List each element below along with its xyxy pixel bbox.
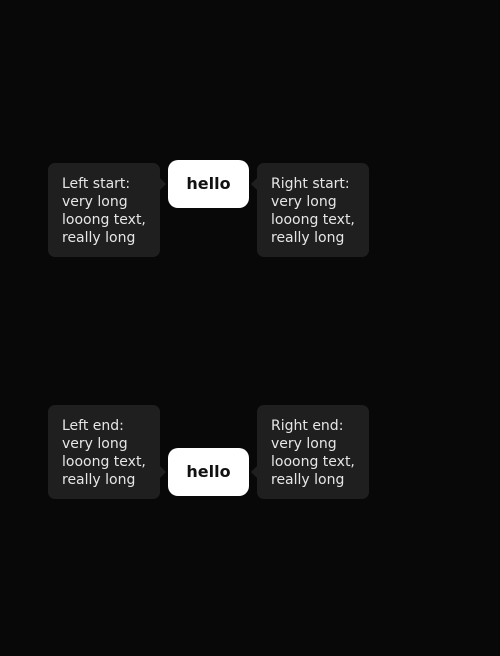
tooltip-left-start: Left start: very long looong text, reall…	[48, 163, 166, 257]
tooltip-line: really long	[62, 230, 136, 246]
tooltip-line: really long	[271, 472, 345, 488]
tooltip-line: looong text,	[62, 212, 146, 228]
tooltip-left-end: Left end: very long looong text, really …	[48, 405, 166, 499]
stage: Left start: very long looong text, reall…	[0, 0, 500, 656]
tooltip-right-start: Right start: very long looong text, real…	[251, 163, 369, 257]
tooltip-line: Left end:	[62, 418, 124, 434]
tooltip-arrow	[160, 178, 166, 190]
tooltip-line: really long	[62, 472, 136, 488]
tooltip-right-end: Right end: very long looong text, really…	[251, 405, 369, 499]
tooltip-line: Right end:	[271, 418, 344, 434]
tooltip-line: very long	[271, 436, 337, 452]
hello-button-top[interactable]: hello	[168, 160, 249, 208]
tooltip-line: Right start:	[271, 176, 350, 192]
tooltip-line: Left start:	[62, 176, 131, 192]
hello-button-bottom[interactable]: hello	[168, 448, 249, 496]
tooltip-line: looong text,	[62, 454, 146, 470]
tooltip-line: very long	[62, 194, 128, 210]
tooltip-line: very long	[62, 436, 128, 452]
tooltip-line: looong text,	[271, 212, 355, 228]
tooltip-line: looong text,	[271, 454, 355, 470]
tooltip-line: very long	[271, 194, 337, 210]
tooltip-line: really long	[271, 230, 345, 246]
tooltip-arrow	[160, 466, 166, 478]
tooltip-arrow	[251, 466, 257, 478]
tooltip-arrow	[251, 178, 257, 190]
